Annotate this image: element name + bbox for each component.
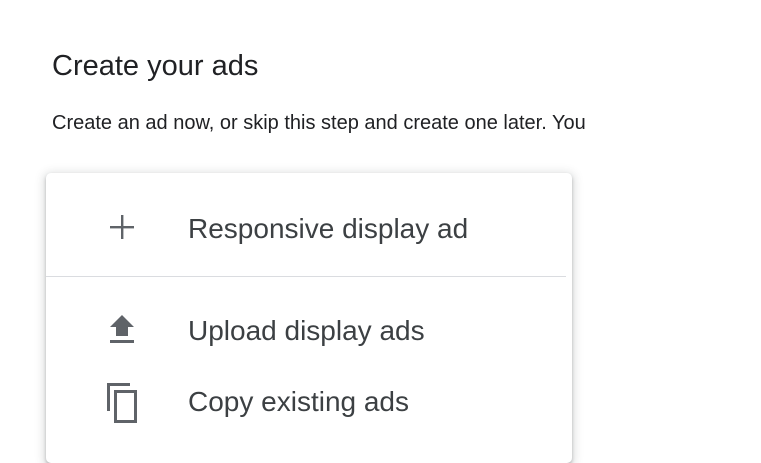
section-title: Create your ads — [52, 50, 259, 82]
menu-item-label: Copy existing ads — [188, 386, 410, 417]
upload-icon — [100, 309, 144, 353]
menu-item-label: Responsive display ad — [188, 213, 469, 244]
menu-divider — [46, 276, 566, 277]
create-ad-menu: Responsive display ad Upload display ads… — [46, 173, 572, 463]
copy-icon — [100, 381, 144, 425]
section-description: Create an ad now, or skip this step and … — [52, 112, 586, 134]
menu-item-copy-existing-ads[interactable]: Copy existing ads — [46, 365, 572, 429]
menu-item-label: Upload display ads — [188, 315, 425, 346]
menu-item-upload-display-ads[interactable]: Upload display ads — [46, 291, 572, 355]
menu-item-responsive-display-ad[interactable]: Responsive display ad — [46, 195, 572, 261]
plus-icon — [100, 205, 144, 249]
